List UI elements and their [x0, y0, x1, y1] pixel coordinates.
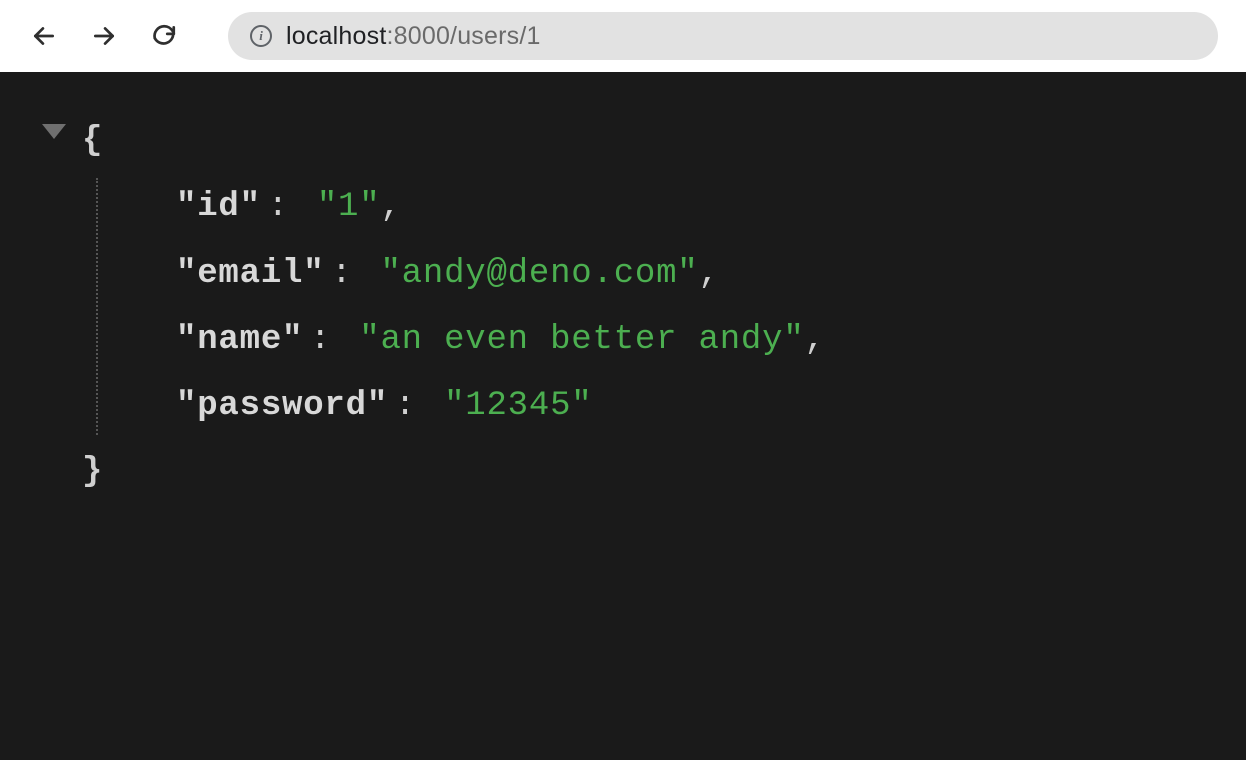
comma: ,	[805, 321, 826, 359]
forward-button[interactable]	[88, 20, 120, 52]
json-key: "email"	[176, 255, 324, 293]
colon: :	[268, 188, 310, 226]
comma: ,	[380, 188, 401, 226]
close-brace: }	[82, 453, 103, 491]
colon: :	[310, 321, 352, 359]
json-value: "andy@deno.com"	[380, 255, 698, 293]
url-text: localhost:8000/users/1	[286, 22, 541, 51]
json-entry: "email": "andy@deno.com",	[176, 241, 1204, 307]
indent-guide	[96, 178, 98, 435]
json-key: "id"	[176, 188, 261, 226]
address-bar[interactable]: i localhost:8000/users/1	[228, 12, 1218, 60]
reload-button[interactable]	[148, 20, 180, 52]
json-value: "12345"	[444, 387, 592, 425]
json-entries: "id": "1","email": "andy@deno.com","name…	[176, 174, 1204, 439]
json-entry: "password": "12345"	[176, 373, 1204, 439]
arrow-right-icon	[91, 23, 117, 49]
info-icon[interactable]: i	[250, 25, 272, 47]
json-viewer: { "id": "1","email": "andy@deno.com","na…	[0, 72, 1246, 542]
collapse-toggle-icon[interactable]	[42, 124, 66, 139]
back-button[interactable]	[28, 20, 60, 52]
json-value: "1"	[317, 188, 381, 226]
json-entry: "name": "an even better andy",	[176, 307, 1204, 373]
open-brace: {	[82, 122, 103, 160]
json-key: "password"	[176, 387, 388, 425]
browser-toolbar: i localhost:8000/users/1	[0, 0, 1246, 72]
url-port-path: :8000/users/1	[386, 22, 540, 50]
json-entry: "id": "1",	[176, 174, 1204, 240]
arrow-left-icon	[31, 23, 57, 49]
json-value: "an even better andy"	[359, 321, 804, 359]
colon: :	[395, 387, 437, 425]
url-host: localhost	[286, 22, 386, 50]
comma: ,	[699, 255, 720, 293]
json-key: "name"	[176, 321, 303, 359]
reload-icon	[151, 23, 177, 49]
colon: :	[331, 255, 373, 293]
